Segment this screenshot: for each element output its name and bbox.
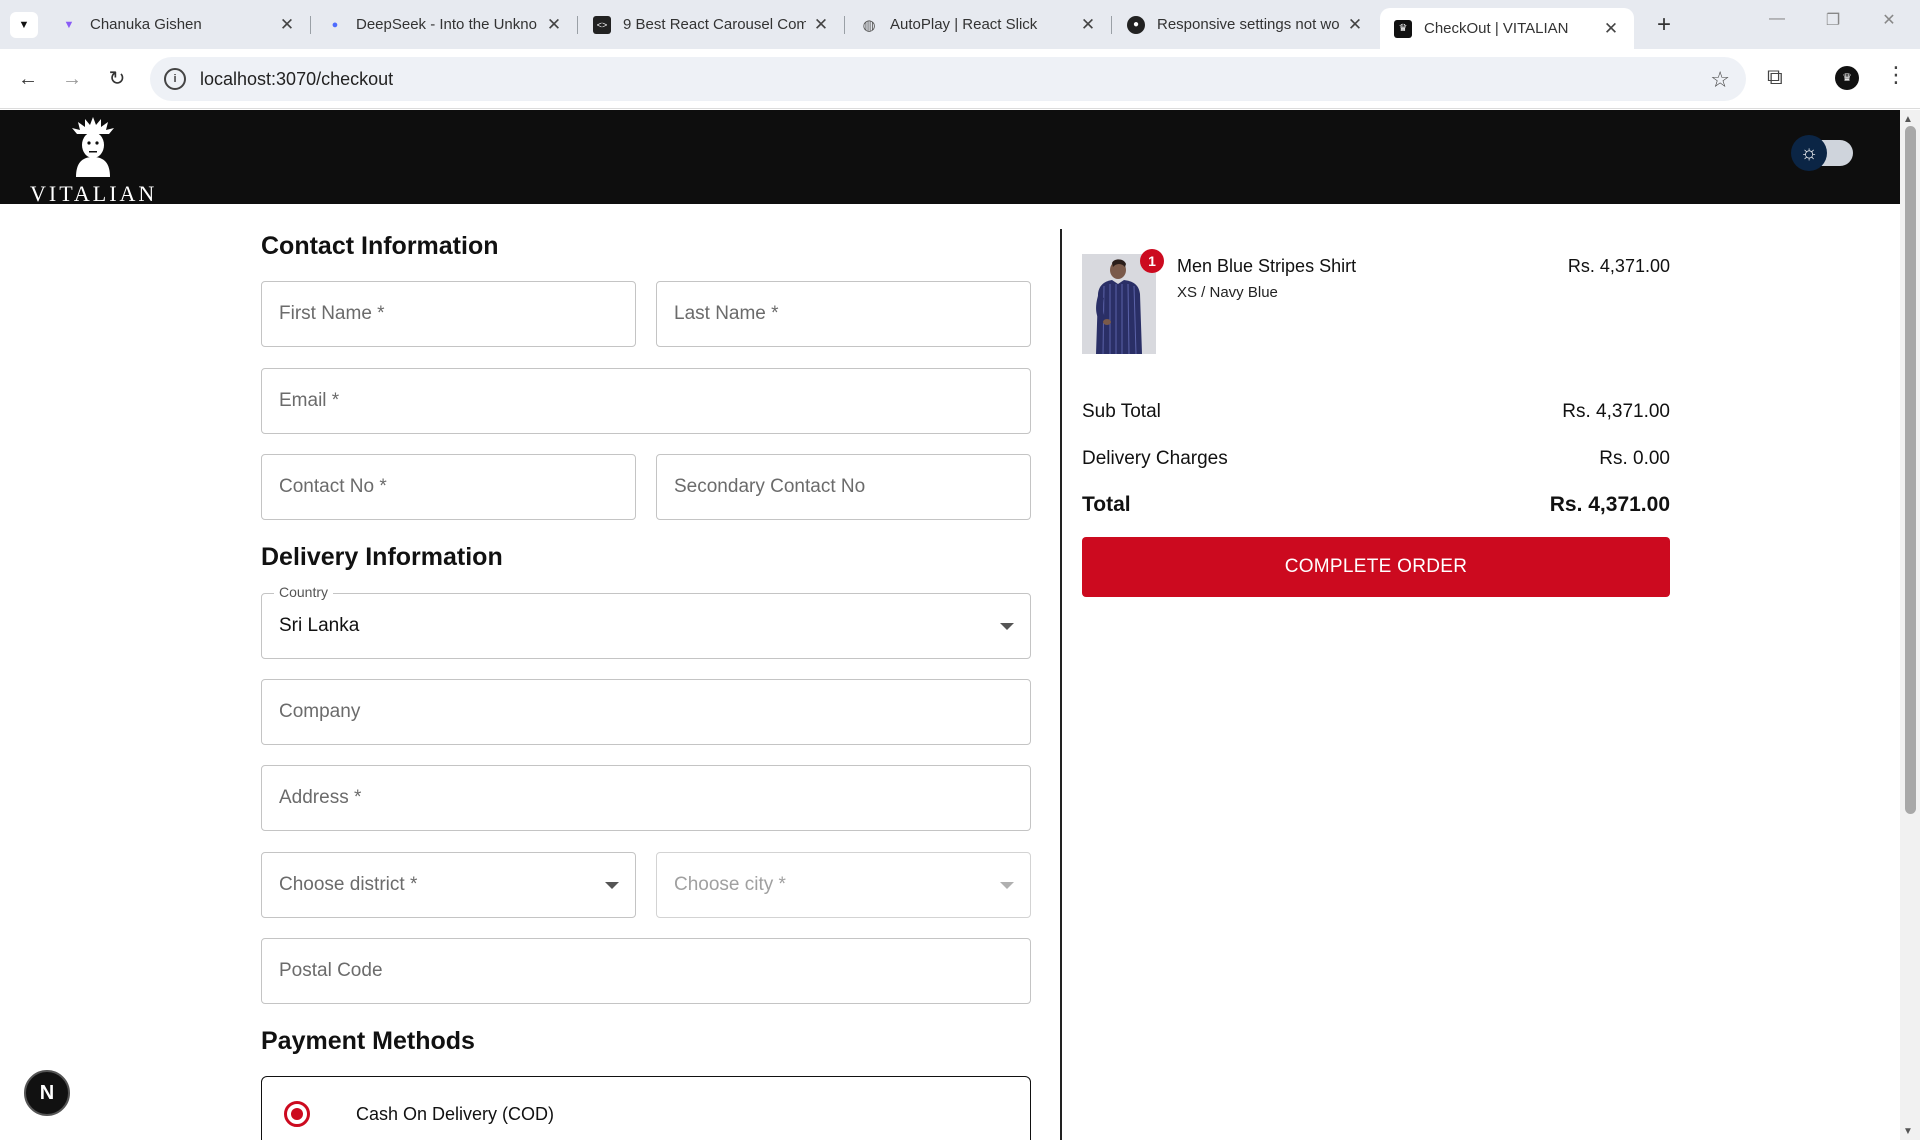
close-tab-icon[interactable]: ✕ — [545, 15, 563, 35]
minimize-icon[interactable]: — — [1754, 10, 1800, 28]
scroll-up-icon[interactable]: ▲ — [1903, 114, 1913, 125]
contact-no-field[interactable]: Contact No * — [261, 454, 636, 520]
total-label: Total — [1082, 493, 1131, 516]
complete-order-button[interactable]: COMPLETE ORDER — [1082, 537, 1670, 597]
browser-menu-icon[interactable]: ⋮ — [1885, 62, 1907, 88]
company-field[interactable]: Company — [261, 679, 1031, 745]
country-select[interactable]: Country Sri Lanka — [261, 584, 1031, 659]
scroll-down-icon[interactable]: ▼ — [1903, 1126, 1913, 1137]
vitalian-logo[interactable]: VITALIAN — [30, 113, 154, 206]
dropdown-caret-icon — [605, 882, 619, 889]
email-field[interactable]: Email * — [261, 368, 1031, 434]
postal-code-field[interactable]: Postal Code — [261, 938, 1031, 1004]
globe-icon: ◍ — [862, 16, 876, 34]
payment-label: Cash On Delivery (COD) — [356, 1104, 555, 1124]
forward-arrow-icon[interactable]: → — [58, 65, 86, 93]
browser-tab-2[interactable]: ● DeepSeek - Into the Unkno ✕ — [312, 8, 578, 41]
payment-section-title: Payment Methods — [261, 1027, 475, 1055]
scrollbar-thumb[interactable] — [1905, 126, 1916, 814]
browser-tab-3[interactable]: <> 9 Best React Carousel Com ✕ — [579, 8, 845, 41]
delivery-section-title: Delivery Information — [261, 543, 503, 571]
back-arrow-icon[interactable]: ← — [14, 65, 42, 93]
first-name-field[interactable]: First Name * — [261, 281, 636, 347]
reload-icon[interactable]: ↻ — [103, 65, 131, 93]
url-omnibox[interactable]: i localhost:3070/checkout ☆ — [150, 57, 1746, 101]
deepseek-icon: ● — [331, 18, 339, 31]
browser-tab-4[interactable]: ◍ AutoPlay | React Slick ✕ — [846, 8, 1112, 41]
code-icon: <> — [593, 15, 611, 34]
total-value: Rs. 4,371.00 — [1549, 493, 1670, 516]
address-bar: ← → ↻ i localhost:3070/checkout ☆ — [0, 49, 1920, 109]
theme-toggle[interactable]: ☼ — [1791, 135, 1853, 171]
browser-tab-active[interactable]: ♛ CheckOut | VITALIAN ✕ — [1380, 8, 1634, 49]
url-text[interactable]: localhost:3070/checkout — [200, 69, 393, 90]
browser-tab-1[interactable]: ▼ Chanuka Gishen ✕ — [46, 8, 311, 41]
window-close-icon[interactable]: ✕ — [1866, 10, 1912, 30]
vitalian-icon: ♛ — [1394, 19, 1412, 38]
product-name: Men Blue Stripes Shirt — [1177, 256, 1357, 276]
contact-section-title: Contact Information — [261, 232, 499, 260]
payment-option-cod[interactable]: Cash On Delivery (COD) — [261, 1076, 1031, 1140]
product-variant: XS / Navy Blue — [1177, 284, 1278, 301]
github-icon: ● — [1127, 15, 1145, 34]
close-tab-icon[interactable]: ✕ — [812, 15, 830, 35]
district-select[interactable]: Choose district * — [261, 852, 636, 918]
product-price: Rs. 4,371.00 — [1567, 256, 1670, 276]
subtotal-label: Sub Total — [1082, 401, 1161, 422]
close-tab-icon[interactable]: ✕ — [1602, 19, 1620, 39]
country-label: Country — [274, 584, 334, 600]
browser-tab-5[interactable]: ● Responsive settings not wo ✕ — [1113, 8, 1378, 41]
new-tab-button[interactable]: + — [1650, 12, 1678, 40]
dropdown-caret-icon — [1000, 882, 1014, 889]
last-name-field[interactable]: Last Name * — [656, 281, 1031, 347]
close-tab-icon[interactable]: ✕ — [1346, 15, 1364, 35]
country-value: Sri Lanka — [279, 615, 360, 636]
secondary-contact-field[interactable]: Secondary Contact No — [656, 454, 1031, 520]
tab-search-button[interactable]: ▼ — [10, 12, 38, 38]
site-header: VITALIAN ☼ — [0, 110, 1900, 206]
sun-icon: ☼ — [1791, 135, 1827, 171]
bookmark-star-icon[interactable]: ☆ — [1710, 67, 1730, 93]
browser-tab-bar: ▼ ▼ Chanuka Gishen ✕ ● DeepSeek - Into t… — [0, 0, 1920, 49]
city-select[interactable]: Choose city * — [656, 852, 1031, 918]
close-tab-icon[interactable]: ✕ — [1079, 15, 1097, 35]
delivery-charges-label: Delivery Charges — [1082, 448, 1228, 469]
address-field[interactable]: Address * — [261, 765, 1031, 831]
column-divider — [1060, 229, 1062, 1140]
site-info-icon[interactable]: i — [164, 68, 186, 90]
subtotal-value: Rs. 4,371.00 — [1562, 401, 1670, 422]
delivery-charges-value: Rs. 0.00 — [1599, 448, 1670, 469]
nextjs-devtools-button[interactable]: N — [24, 1070, 70, 1116]
vite-icon: ▼ — [63, 18, 75, 31]
brand-name: VITALIAN — [30, 181, 158, 206]
logo-emblem-icon — [72, 117, 114, 177]
quantity-badge: 1 — [1140, 249, 1164, 273]
payment-radio[interactable] — [284, 1101, 310, 1127]
chevron-down-icon: ▼ — [18, 19, 30, 31]
extensions-icon[interactable]: ⧉ — [1767, 64, 1783, 90]
dropdown-caret-icon — [1000, 623, 1014, 630]
restore-icon[interactable]: ❐ — [1810, 10, 1856, 30]
close-tab-icon[interactable]: ✕ — [278, 15, 296, 35]
profile-avatar[interactable]: ♛ — [1835, 66, 1859, 90]
